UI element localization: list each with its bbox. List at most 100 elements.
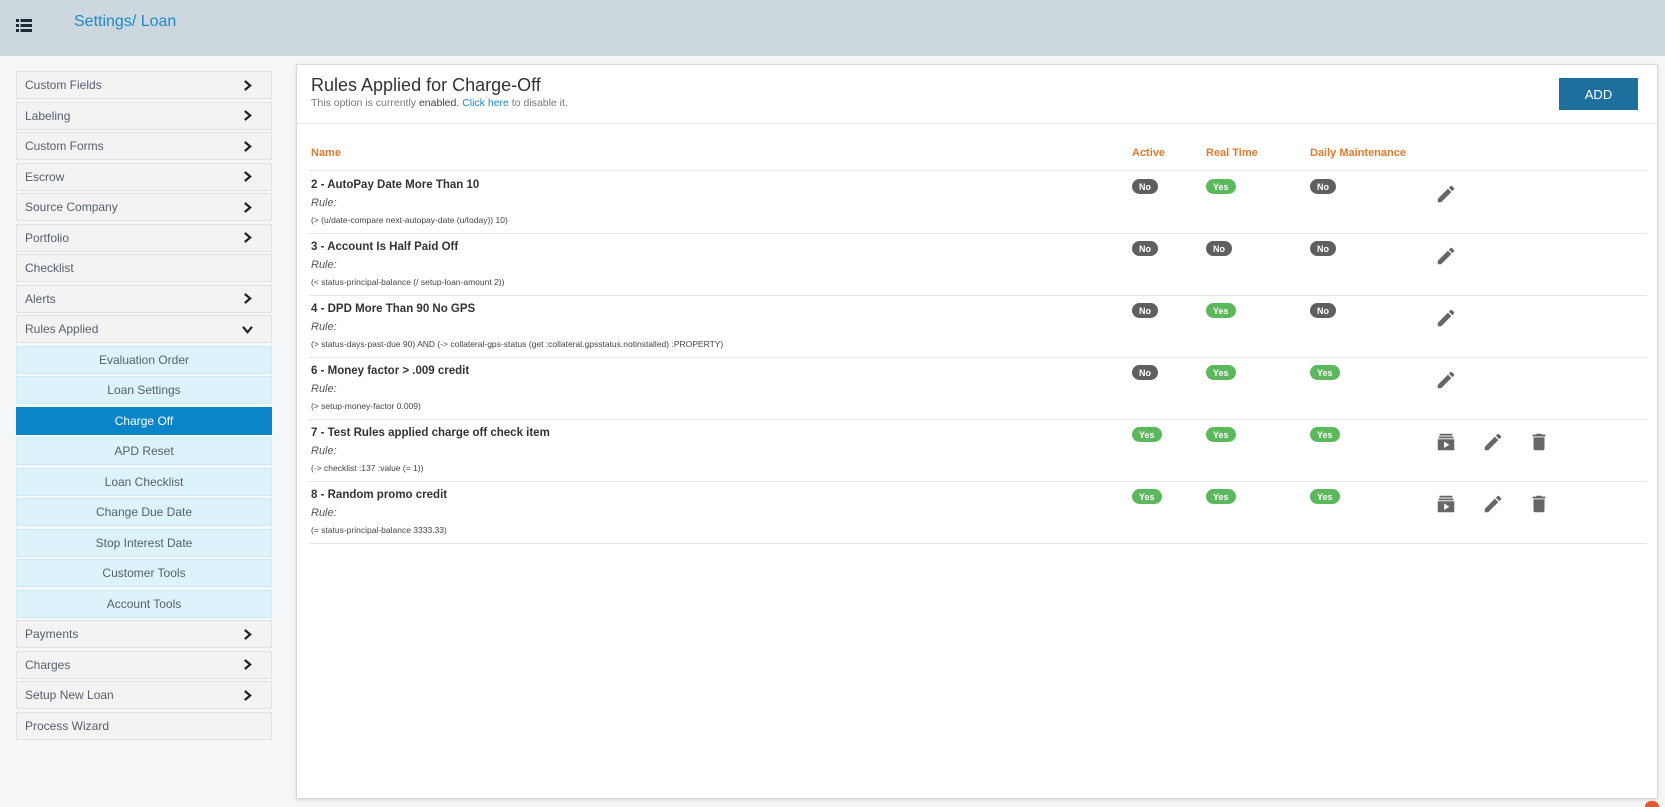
daily-status-badge: Yes xyxy=(1310,427,1340,442)
real-time-status-badge: Yes xyxy=(1206,303,1236,318)
run-rule-icon[interactable] xyxy=(1435,431,1457,453)
sidebar-item-escrow[interactable]: Escrow xyxy=(16,162,272,191)
real-time-status-badge: Yes xyxy=(1206,179,1236,194)
breadcrumb-loan[interactable]: Loan xyxy=(141,13,177,30)
table-row: 6 - Money factor > .009 credit Rule: (> se… xyxy=(309,358,1647,420)
status-suffix: to disable it. xyxy=(508,97,568,109)
sidebar-subitem-charge-off[interactable]: Charge Off xyxy=(16,406,272,435)
sidebar-item-custom-fields[interactable]: Custom Fields xyxy=(16,71,272,99)
list-menu-icon[interactable] xyxy=(16,19,32,33)
sidebar-item-label: Escrow xyxy=(25,169,65,184)
real-time-status-badge: Yes xyxy=(1206,365,1236,380)
rule-expression: (> (u/date-compare next-autopay-date (u/… xyxy=(311,215,508,225)
chevron-right-icon xyxy=(241,201,253,213)
pencil-icon[interactable] xyxy=(1435,183,1457,205)
sidebar-subitem-loan-checklist[interactable]: Loan Checklist xyxy=(16,467,272,496)
rule-name: 4 - DPD More Than 90 No GPS xyxy=(311,303,476,315)
pencil-icon[interactable] xyxy=(1435,307,1457,329)
sidebar-item-label: Process Wizard xyxy=(25,718,110,733)
daily-status-badge: Yes xyxy=(1310,365,1340,380)
rule-name: 6 - Money factor > .009 credit xyxy=(311,365,470,377)
table-row: 4 - DPD More Than 90 No GPS Rule: (> statu… xyxy=(309,296,1647,358)
chevron-right-icon xyxy=(241,628,253,640)
trash-icon[interactable] xyxy=(1528,493,1550,515)
pencil-icon[interactable] xyxy=(1482,431,1504,453)
pencil-icon[interactable] xyxy=(1435,245,1457,267)
sidebar-item-rules-applied[interactable]: Rules Applied xyxy=(16,315,272,343)
sidebar-subitem-account-tools[interactable]: Account Tools xyxy=(16,589,272,618)
daily-status-badge: No xyxy=(1310,179,1336,194)
rule-name: 3 - Account Is Half Paid Off xyxy=(311,241,459,253)
table-row: 8 - Random promo credit Rule: (= status-pr… xyxy=(309,482,1647,544)
active-status-badge: Yes xyxy=(1132,489,1162,504)
trash-icon[interactable] xyxy=(1528,431,1550,453)
sidebar-item-label: Charges xyxy=(25,657,71,672)
chevron-right-icon xyxy=(241,79,253,91)
table-row: 2 - AutoPay Date More Than 10 Rule: (> (u/… xyxy=(309,172,1647,234)
table-row: 7 - Test Rules applied charge off check … xyxy=(309,420,1647,482)
rule-label: Rule: xyxy=(311,321,337,333)
sidebar-subitem-evaluation-order[interactable]: Evaluation Order xyxy=(16,345,272,374)
status-value: enabled. xyxy=(418,97,460,109)
sidebar-item-payments[interactable]: Payments xyxy=(16,620,272,648)
sidebar-subitem-loan-settings[interactable]: Loan Settings xyxy=(16,376,272,404)
sidebar-item-charges[interactable]: Charges xyxy=(16,650,272,679)
help-widget[interactable] xyxy=(1645,801,1659,807)
sidebar-item-custom-forms[interactable]: Custom Forms xyxy=(16,132,272,160)
chevron-right-icon xyxy=(241,110,253,122)
daily-status-badge: Yes xyxy=(1310,489,1340,504)
status-message: This option is currently enabled. Click … xyxy=(311,97,568,109)
daily-status-badge: No xyxy=(1310,303,1336,318)
active-status-badge: No xyxy=(1132,303,1158,318)
sidebar-subitem-change-due-date[interactable]: Change Due Date xyxy=(16,498,272,526)
sidebar-item-checklist[interactable]: Checklist xyxy=(16,254,272,282)
sidebar-subitem-apd-reset[interactable]: APD Reset xyxy=(16,437,272,465)
column-name: Name xyxy=(311,147,341,159)
sidebar-item-labeling[interactable]: Labeling xyxy=(16,101,272,130)
rule-name: 2 - AutoPay Date More Than 10 xyxy=(311,179,480,191)
daily-status-badge: No xyxy=(1310,241,1336,256)
chevron-right-icon xyxy=(241,659,253,671)
active-status-badge: No xyxy=(1132,365,1158,380)
sidebar-item-label: Alerts xyxy=(25,291,56,306)
column-daily-maintenance: Daily Maintenance xyxy=(1310,147,1406,159)
column-real-time: Real Time xyxy=(1206,147,1258,159)
pencil-icon[interactable] xyxy=(1435,369,1457,391)
panel-header: Rules Applied for Charge-Off This option… xyxy=(297,65,1657,124)
rule-label: Rule: xyxy=(311,445,337,457)
breadcrumb-settings[interactable]: Settings xyxy=(74,13,132,30)
sidebar-item-label: Labeling xyxy=(25,108,71,123)
sidebar-item-label: Source Company xyxy=(25,200,118,214)
rule-label: Rule: xyxy=(311,383,337,395)
real-time-status-badge: No xyxy=(1206,241,1232,256)
rule-expression: (> setup-money-factor 0.009) xyxy=(311,401,421,411)
column-active: Active xyxy=(1132,147,1166,159)
rule-expression: (> status-days-past-due 90) AND (-> coll… xyxy=(311,339,724,349)
sidebar-item-label: Checklist xyxy=(25,261,74,275)
run-rule-icon[interactable] xyxy=(1435,493,1457,515)
chevron-right-icon xyxy=(241,140,253,152)
sidebar-item-portfolio[interactable]: Portfolio xyxy=(16,223,272,252)
sidebar-item-label: Setup New Loan xyxy=(25,688,114,702)
chevron-right-icon xyxy=(241,171,253,183)
sidebar-item-alerts[interactable]: Alerts xyxy=(16,284,272,313)
sidebar-item-setup-new-loan[interactable]: Setup New Loan xyxy=(16,681,272,709)
chevron-right-icon xyxy=(241,232,253,244)
active-status-badge: No xyxy=(1132,241,1158,256)
real-time-status-badge: Yes xyxy=(1206,489,1236,504)
sidebar-subitem-stop-interest-date[interactable]: Stop Interest Date xyxy=(16,528,272,557)
rule-expression: (= status-principal-balance 3333.33) xyxy=(311,525,447,535)
top-bar: Settings/ Loan xyxy=(0,0,1665,56)
sidebar-item-label: Rules Applied xyxy=(25,322,99,336)
sidebar-item-source-company[interactable]: Source Company xyxy=(16,193,272,221)
rule-label: Rule: xyxy=(311,507,337,519)
sidebar-subitem-customer-tools[interactable]: Customer Tools xyxy=(16,559,272,587)
toggle-status-link[interactable]: Click here xyxy=(462,97,509,109)
rule-label: Rule: xyxy=(311,259,337,271)
chevron-right-icon xyxy=(241,293,253,305)
real-time-status-badge: Yes xyxy=(1206,427,1236,442)
add-button[interactable]: ADD xyxy=(1559,78,1638,110)
sidebar-item-process-wizard[interactable]: Process Wizard xyxy=(16,711,272,740)
pencil-icon[interactable] xyxy=(1482,493,1504,515)
active-status-badge: Yes xyxy=(1132,427,1162,442)
